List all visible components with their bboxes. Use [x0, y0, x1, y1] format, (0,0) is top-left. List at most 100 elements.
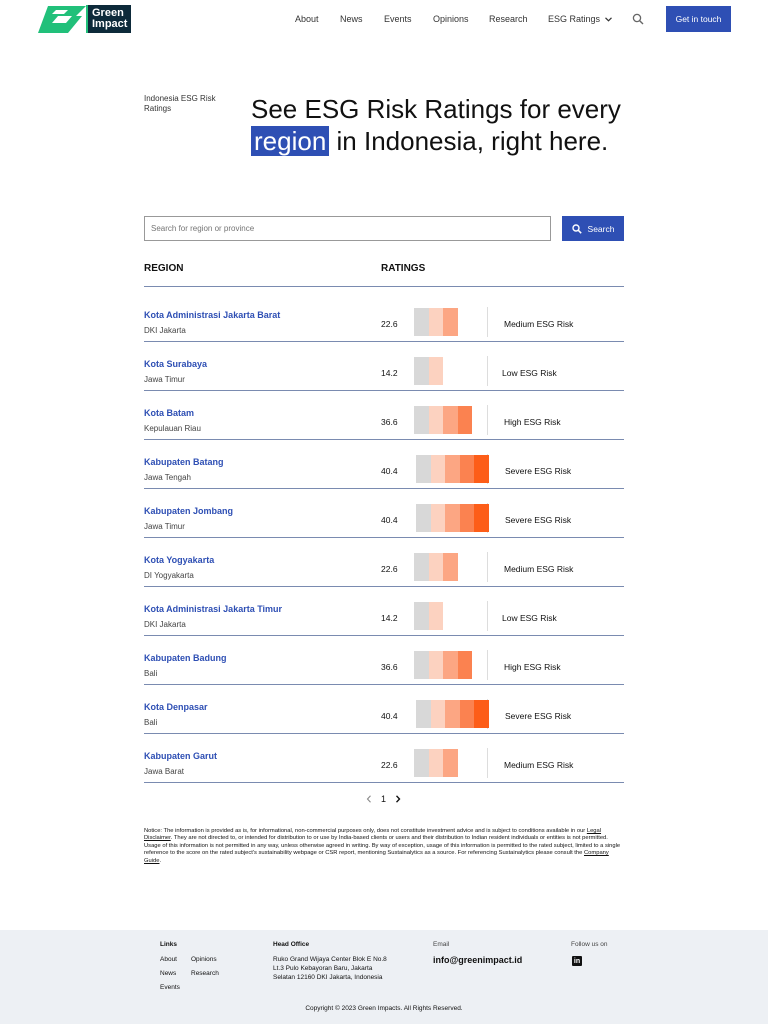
table-row: Kota Denpasar Bali 40.4 Severe ESG Risk [144, 685, 624, 734]
brand-line2: Impact [92, 18, 128, 30]
risk-score: 14.2 [381, 613, 398, 623]
chevron-down-icon [604, 17, 612, 22]
region-name-link[interactable]: Kabupaten Badung [144, 653, 227, 663]
footer-follow-label: Follow us on [571, 941, 608, 948]
risk-level-segment [443, 553, 458, 581]
brand-logo[interactable]: Green Impact [38, 5, 132, 33]
region-name-link[interactable]: Kota Surabaya [144, 359, 207, 369]
risk-level-segment [414, 406, 429, 434]
linkedin-icon[interactable]: in [572, 956, 582, 966]
page-number-current[interactable]: 1 [381, 794, 386, 804]
search-icon [571, 223, 582, 234]
chevron-left-icon[interactable] [366, 795, 372, 803]
risk-level-segment [443, 308, 458, 336]
risk-level-segment [445, 700, 460, 728]
risk-level-segment [459, 700, 475, 728]
risk-level-segment [428, 553, 444, 581]
region-name-link[interactable]: Kabupaten Batang [144, 457, 224, 467]
region-province: Jawa Timur [144, 375, 185, 384]
risk-score: 40.4 [381, 515, 398, 525]
region-province: Bali [144, 718, 158, 727]
brand-wordmark: Green Impact [86, 5, 132, 33]
chevron-right-icon[interactable] [395, 795, 401, 803]
risk-score: 22.6 [381, 760, 398, 770]
risk-category-label: High ESG Risk [504, 662, 561, 672]
risk-level-segment [428, 651, 444, 679]
hero-title-start: See ESG Risk Ratings for every [251, 94, 621, 124]
hero-title-highlight: region [251, 126, 330, 156]
risk-level-segment [414, 308, 429, 336]
region-search-input[interactable] [144, 216, 551, 241]
region-name-link[interactable]: Kabupaten Jombang [144, 506, 233, 516]
region-province: Jawa Tengah [144, 473, 191, 482]
risk-category-label: Low ESG Risk [502, 613, 557, 623]
nav-link-research[interactable]: Research [489, 14, 528, 24]
region-province: Jawa Timur [144, 522, 185, 531]
risk-score: 40.4 [381, 711, 398, 721]
risk-score: 22.6 [381, 319, 398, 329]
top-nav: Green Impact About News Events Opinions … [0, 0, 768, 38]
nav-link-news[interactable]: News [340, 14, 363, 24]
footer-links-heading: Links [160, 941, 177, 948]
risk-level-segment [416, 700, 431, 728]
table-row: Kabupaten Jombang Jawa Timur 40.4 Severe ES… [144, 489, 624, 538]
risk-score: 36.6 [381, 662, 398, 672]
footer-link-research[interactable]: Research [191, 970, 219, 977]
nav-link-about[interactable]: About [295, 14, 319, 24]
search-button[interactable]: Search [562, 216, 624, 241]
risk-category-label: Medium ESG Risk [504, 564, 574, 574]
nav-link-opinions[interactable]: Opinions [433, 14, 469, 24]
region-name-link[interactable]: Kota Batam [144, 408, 194, 418]
risk-level-segment [416, 504, 431, 532]
risk-level-segment [428, 749, 444, 777]
nav-esg-label: ESG Ratings [548, 14, 601, 24]
legal-notice: Notice: The information is provided as i… [144, 828, 624, 865]
footer-copyright: Copyright © 2023 Green Impacts. All Righ… [305, 1005, 463, 1012]
nav-link-esg-ratings[interactable]: ESG Ratings [548, 14, 612, 24]
risk-level-bar [414, 356, 488, 386]
risk-level-segment [414, 602, 429, 630]
footer-link-opinions[interactable]: Opinions [191, 956, 217, 963]
notice-text-2: . They are not directed to, or intended … [144, 835, 621, 857]
hero-eyebrow: Indonesia ESG Risk Ratings [144, 94, 216, 113]
risk-level-segment [430, 700, 446, 728]
risk-category-label: Severe ESG Risk [505, 466, 572, 476]
risk-category-label: Low ESG Risk [502, 368, 557, 378]
search-icon[interactable] [632, 13, 644, 25]
region-name-link[interactable]: Kabupaten Garut [144, 751, 217, 761]
region-name-link[interactable]: Kota Denpasar [144, 702, 208, 712]
risk-level-segment [445, 455, 460, 483]
notice-text-3: . [159, 857, 162, 864]
region-name-link[interactable]: Kota Yogyakarta [144, 555, 214, 565]
table-row: Kabupaten Badung Bali 36.6 High ESG Risk [144, 636, 624, 685]
footer-address: Ruko Grand Wijaya Center Blok E No.8 Lt.… [273, 956, 387, 981]
risk-level-segment [457, 406, 473, 434]
risk-level-segment [414, 553, 429, 581]
risk-category-label: Medium ESG Risk [504, 760, 574, 770]
table-row: Kabupaten Garut Jawa Barat 22.6 Medium ESG … [144, 734, 624, 783]
table-row: Kota Administrasi Jakarta Timur DKI Jakar… [144, 587, 624, 636]
get-in-touch-button[interactable]: Get in touch [666, 6, 731, 32]
risk-level-segment [443, 406, 458, 434]
footer-link-about[interactable]: About [160, 956, 177, 963]
risk-category-label: Medium ESG Risk [504, 319, 574, 329]
footer-link-events[interactable]: Events [160, 984, 180, 991]
risk-level-bar [414, 454, 489, 484]
footer-email-link[interactable]: info@greenimpact.id [433, 955, 522, 965]
risk-score: 36.6 [381, 417, 398, 427]
nav-link-events[interactable]: Events [384, 14, 412, 24]
risk-level-segment [459, 504, 475, 532]
footer-email-label: Email [433, 941, 450, 948]
risk-level-bar [414, 748, 488, 778]
notice-text-1: Notice: The information is provided as i… [144, 828, 587, 834]
risk-level-segment [474, 700, 489, 728]
column-header-region: REGION [144, 263, 184, 274]
region-province: DKI Jakarta [144, 620, 186, 629]
footer-link-news[interactable]: News [160, 970, 176, 977]
region-name-link[interactable]: Kota Administrasi Jakarta Barat [144, 310, 280, 320]
risk-level-segment [457, 651, 473, 679]
region-name-link[interactable]: Kota Administrasi Jakarta Timur [144, 604, 282, 614]
risk-level-segment [428, 406, 444, 434]
risk-category-label: Severe ESG Risk [505, 711, 572, 721]
risk-level-segment [430, 455, 446, 483]
